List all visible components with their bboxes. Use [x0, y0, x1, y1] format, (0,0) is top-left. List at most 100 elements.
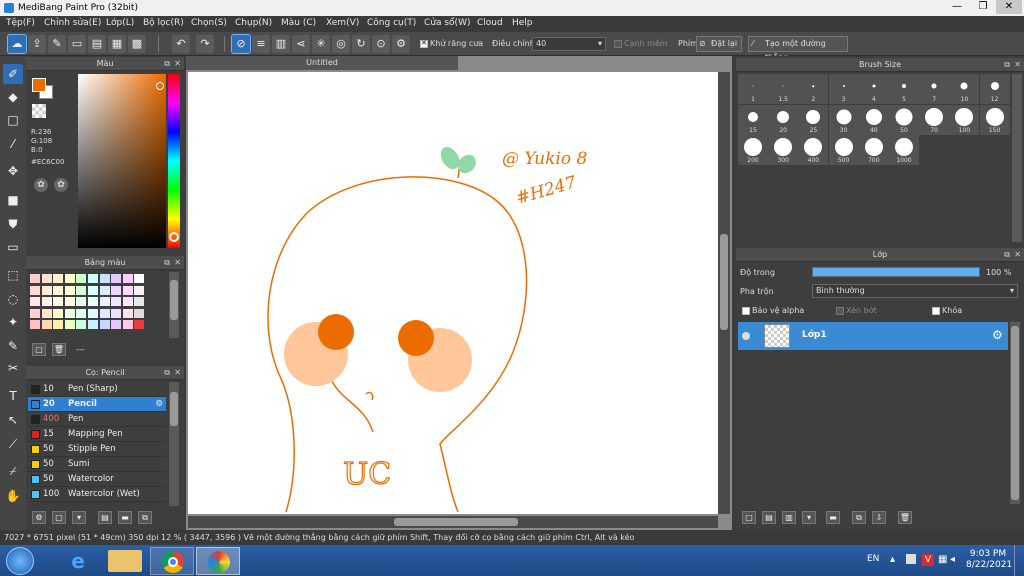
brush-scroll-thumb[interactable] [170, 392, 178, 426]
trash-icon[interactable]: 🗑 [52, 343, 66, 356]
explorer-icon[interactable] [108, 550, 142, 572]
new-layer-icon[interactable]: ▢ [742, 511, 756, 524]
curve-snap-icon[interactable]: ↻ [352, 35, 370, 53]
chat-icon[interactable]: ▭ [68, 35, 86, 53]
reset-button[interactable]: ⊘ Đặt lại [696, 36, 742, 52]
palette-swatch[interactable] [88, 320, 98, 330]
palette-swatch[interactable] [111, 308, 122, 318]
palette-swatch[interactable] [41, 320, 52, 330]
palette-icon[interactable]: ✿ [34, 178, 48, 192]
visibility-icon[interactable] [742, 332, 750, 340]
medibang-taskbar-item[interactable] [196, 547, 240, 575]
layer-scroll-thumb[interactable] [1011, 326, 1019, 500]
brush-size-cell[interactable]: 40 [858, 104, 889, 135]
palette-swatch[interactable] [64, 285, 75, 295]
palette-swatch[interactable] [111, 297, 122, 307]
brush-item[interactable]: 400 Pen [28, 412, 166, 427]
lock-checkbox[interactable]: Khóa [932, 306, 962, 315]
palette-swatch[interactable] [122, 274, 133, 283]
hue-slider[interactable] [168, 74, 180, 248]
minimize-button[interactable]: — [944, 0, 970, 14]
hand-tool-icon[interactable]: ✋ [3, 486, 23, 506]
lasso-tool-icon[interactable]: ◌ [3, 289, 23, 309]
brush-size-cell[interactable]: 50 [889, 104, 919, 135]
palette-swatch[interactable] [30, 297, 40, 307]
brush-size-cell[interactable]: 25 [798, 104, 829, 135]
menu-help[interactable]: Help [512, 18, 533, 28]
brush-size-cell[interactable]: 12 [979, 74, 1010, 104]
palette-swatch[interactable] [88, 297, 98, 307]
menu-window[interactable]: Cửa sổ(W) [424, 18, 470, 28]
copy-brush-icon[interactable]: ⧉ [138, 511, 152, 524]
palette-scroll-thumb[interactable] [170, 280, 178, 320]
hue-handle[interactable] [169, 232, 179, 242]
brush-size-cell[interactable]: 150 [979, 104, 1010, 135]
straight-line-button[interactable]: ⁄Tạo một đường thẳng [748, 36, 848, 62]
palette-swatch[interactable] [64, 308, 75, 318]
divide-tool-icon[interactable]: ⟋ [3, 434, 23, 454]
grid-snap-icon[interactable]: ▥ [272, 35, 290, 53]
canvas-hscroll-thumb[interactable] [394, 518, 518, 526]
menu-tools[interactable]: Công cụ(T) [367, 18, 416, 28]
float-icon[interactable]: ⧉ [1004, 248, 1010, 262]
palette-swatch[interactable] [76, 320, 87, 330]
brush-size-cell[interactable]: 1.5 [768, 74, 799, 104]
maximize-button[interactable]: ❐ [970, 0, 996, 14]
menu-color[interactable]: Màu (C) [281, 18, 316, 28]
brush-item[interactable]: 50 Stipple Pen [28, 442, 166, 457]
close-icon[interactable]: ✕ [174, 57, 181, 71]
redo-icon[interactable]: ↷ [196, 35, 214, 53]
add-brush-icon[interactable]: ⚙ [32, 511, 46, 524]
palette-swatch[interactable] [53, 285, 64, 295]
brush-settings-icon[interactable]: ⚙ [155, 397, 163, 412]
menu-cloud[interactable]: Cloud [477, 18, 503, 28]
eraser-tool-icon[interactable]: ◆ [3, 87, 23, 107]
drawing-canvas[interactable]: UC @ Yukio 8 #H247 [188, 72, 718, 514]
palette-swatch[interactable] [76, 308, 87, 318]
palette-swatch[interactable] [41, 308, 52, 318]
brush-size-cell[interactable]: 4 [858, 74, 889, 104]
float-icon[interactable]: ⧉ [164, 256, 170, 270]
menu-select[interactable]: Chọn(S) [191, 18, 227, 28]
grid-doc-icon[interactable]: ▦ [108, 35, 126, 53]
palette-swatch[interactable] [30, 274, 40, 283]
palette-swatch[interactable] [134, 285, 145, 295]
cloud-icon[interactable]: ☁ [7, 34, 27, 54]
palette-swatch[interactable] [99, 308, 110, 318]
menu-view[interactable]: Xem(V) [326, 18, 359, 28]
palette-swatch[interactable] [122, 297, 133, 307]
float-icon[interactable]: ⧉ [1004, 58, 1010, 72]
palette-swatch[interactable] [30, 308, 40, 318]
duplicate-layer-icon[interactable]: ⧉ [852, 511, 866, 524]
folder-icon[interactable]: ▬ [118, 511, 132, 524]
brush-size-cell[interactable]: 1 [738, 74, 768, 104]
close-icon[interactable]: ✕ [1014, 58, 1021, 72]
palette-swatch[interactable] [88, 308, 98, 318]
brush-size-cell[interactable]: 200 [738, 135, 768, 165]
palette-swatch[interactable] [53, 274, 64, 283]
brush-size-cell[interactable]: 2 [798, 74, 829, 104]
brush-size-cell[interactable]: 10 [949, 74, 980, 104]
palette-swatch[interactable] [64, 274, 75, 283]
share-icon[interactable]: ⇪ [28, 35, 46, 53]
new-8bit-layer-icon[interactable]: ▥ [782, 511, 796, 524]
undo-icon[interactable]: ↶ [172, 35, 190, 53]
float-icon[interactable]: ⧉ [164, 57, 170, 71]
palette-swatch[interactable] [41, 274, 52, 283]
brush-size-cell[interactable]: 500 [828, 135, 859, 165]
network-icon[interactable]: ▦ [938, 554, 947, 565]
brush-size-cell[interactable]: 700 [858, 135, 889, 165]
new-brush-icon[interactable]: ▢ [52, 511, 66, 524]
select-eraser-icon[interactable]: ✂ [3, 358, 23, 378]
brush-item[interactable]: 100 Watercolor (Wet) [28, 487, 166, 502]
brush-size-cell[interactable]: 15 [738, 104, 768, 135]
fill-rect-tool-icon[interactable]: ■ [3, 190, 23, 210]
operation-tool-icon[interactable]: ↖ [3, 410, 23, 430]
palette-swatch[interactable] [88, 274, 98, 283]
layer-row[interactable]: Lớp1 ⚙ [738, 322, 1008, 350]
delete-layer-icon[interactable]: 🗑 [898, 511, 912, 524]
brush-menu-icon[interactable]: ▾ [72, 511, 86, 524]
brush-size-cell[interactable]: 70 [919, 104, 950, 135]
eyedropper-tool-icon[interactable]: ⌿ [3, 461, 23, 481]
brush-size-cell[interactable]: 3 [828, 74, 859, 104]
